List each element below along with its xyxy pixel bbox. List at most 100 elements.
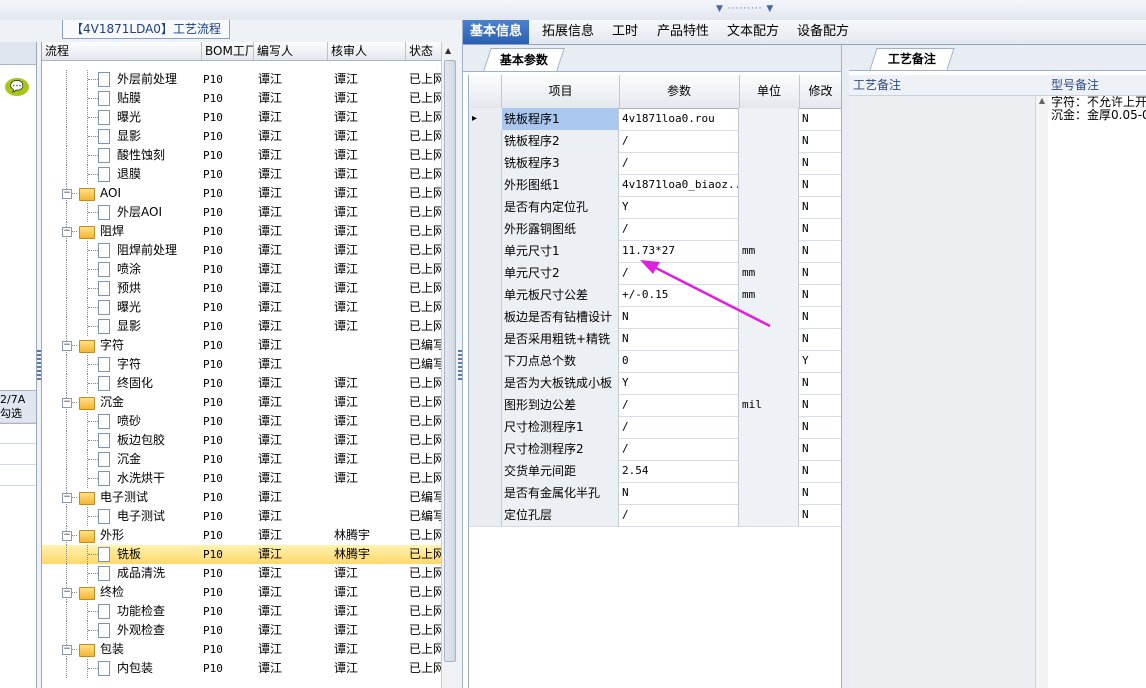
tree-row[interactable]: 贴膜 P10 谭江 谭江 已上网 bbox=[42, 89, 442, 108]
col-header-reviewer[interactable]: 核审人 bbox=[328, 42, 406, 60]
row-indicator[interactable] bbox=[469, 262, 502, 284]
row-indicator[interactable] bbox=[469, 240, 502, 262]
param-row[interactable]: 交货单元间距 2.54 N bbox=[469, 460, 842, 483]
tree-row[interactable]: 内包装 P10 谭江 谭江 已上网 bbox=[42, 659, 442, 678]
collapse-icon[interactable]: − bbox=[62, 493, 72, 503]
param-value[interactable]: 0 bbox=[619, 350, 739, 372]
tree-row[interactable]: − 沉金 P10 谭江 谭江 已上网 bbox=[42, 393, 442, 412]
far-left-tab[interactable]: 2/7A 勾选 bbox=[0, 390, 36, 424]
tree-row[interactable]: 喷涂 P10 谭江 谭江 已上网 bbox=[42, 260, 442, 279]
tree-row[interactable]: 阻焊前处理 P10 谭江 谭江 已上网 bbox=[42, 241, 442, 260]
tree-row[interactable]: 酸性蚀刻 P10 谭江 谭江 已上网 bbox=[42, 146, 442, 165]
collapse-icon[interactable]: − bbox=[62, 588, 72, 598]
process-notes-textarea[interactable] bbox=[849, 96, 1035, 688]
param-row[interactable]: 单元板尺寸公差 +/-0.15 mm N bbox=[469, 284, 842, 307]
tree-row[interactable]: 电子测试 P10 谭江 已编写 bbox=[42, 507, 442, 526]
tab-equipment-recipe[interactable]: 设备配方 bbox=[790, 20, 856, 44]
row-indicator[interactable] bbox=[469, 438, 502, 460]
row-indicator[interactable] bbox=[469, 152, 502, 174]
tree-row[interactable]: 外观检查 P10 谭江 谭江 已上网 bbox=[42, 621, 442, 640]
scroll-thumb[interactable] bbox=[444, 60, 456, 662]
collapse-icon[interactable]: − bbox=[62, 189, 72, 199]
col-header-status[interactable]: 状态 bbox=[406, 42, 442, 60]
param-row[interactable]: 定位孔层 / N bbox=[469, 504, 842, 527]
param-value[interactable]: N bbox=[619, 306, 739, 328]
param-row[interactable]: 是否有内定位孔 Y N bbox=[469, 196, 842, 219]
tab-basic-params[interactable]: 基本参数 bbox=[483, 48, 565, 71]
tree-row[interactable]: 沉金 P10 谭江 谭江 已上网 bbox=[42, 450, 442, 469]
scroll-up-icon[interactable]: ▲ bbox=[445, 46, 451, 55]
chat-bubble-icon[interactable]: 💬 bbox=[5, 78, 29, 96]
param-value[interactable]: N bbox=[619, 328, 739, 350]
collapse-icon[interactable]: − bbox=[62, 341, 72, 351]
param-row[interactable]: 单元尺寸1 11.73*27 mm N bbox=[469, 240, 842, 263]
param-row[interactable]: 是否为大板铣成小板 Y N bbox=[469, 372, 842, 395]
row-indicator[interactable]: ▸ bbox=[469, 108, 505, 130]
col-header-value[interactable]: 参数 bbox=[619, 75, 740, 108]
param-value[interactable]: Y bbox=[619, 372, 739, 394]
param-value[interactable]: 4v1871loa0.rou bbox=[619, 108, 739, 130]
param-value[interactable]: +/-0.15 bbox=[619, 284, 739, 306]
tree-row[interactable]: 功能检查 P10 谭江 谭江 已上网 bbox=[42, 602, 442, 621]
tree-row[interactable]: 终固化 P10 谭江 谭江 已上网 bbox=[42, 374, 442, 393]
tree-row[interactable]: − 终检 P10 谭江 谭江 已上网 bbox=[42, 583, 442, 602]
param-value[interactable]: / bbox=[619, 438, 739, 460]
row-indicator[interactable] bbox=[469, 482, 502, 504]
tree-row[interactable]: − 阻焊 P10 谭江 谭江 已上网 bbox=[42, 222, 442, 241]
tab-basic-info[interactable]: 基本信息 bbox=[463, 20, 530, 44]
tree-row[interactable]: − 包装 P10 谭江 谭江 已上网 bbox=[42, 640, 442, 659]
row-indicator[interactable] bbox=[469, 174, 502, 196]
param-value[interactable]: N bbox=[619, 482, 739, 504]
collapse-icon[interactable]: − bbox=[62, 645, 72, 655]
param-row[interactable]: 外形露铜图纸 / N bbox=[469, 218, 842, 241]
process-notes-scrollbar[interactable]: ▲ bbox=[1035, 96, 1048, 688]
param-value[interactable]: 2.54 bbox=[619, 460, 739, 482]
param-row[interactable]: ▸ 铣板程序1 4v1871loa0.rou N bbox=[469, 108, 842, 131]
tab-text-recipe[interactable]: 文本配方 bbox=[720, 20, 786, 44]
collapse-icon[interactable]: − bbox=[62, 227, 72, 237]
row-indicator[interactable] bbox=[469, 416, 502, 438]
param-row[interactable]: 板边是否有钻槽设计 N N bbox=[469, 306, 842, 329]
tree-row[interactable]: 板边包胶 P10 谭江 谭江 已上网 bbox=[42, 431, 442, 450]
tree-row[interactable]: 字符 P10 谭江 已编写 bbox=[42, 355, 442, 374]
middle-splitter-handle[interactable] bbox=[458, 350, 462, 380]
row-indicator[interactable] bbox=[469, 284, 502, 306]
param-row[interactable]: 尺寸检测程序1/ N bbox=[469, 416, 842, 439]
param-row[interactable]: 铣板程序3/ N bbox=[469, 152, 842, 175]
row-indicator[interactable] bbox=[469, 196, 502, 218]
tab-work-hours[interactable]: 工时 bbox=[605, 20, 645, 44]
tree-row[interactable]: − 电子测试 P10 谭江 已编写 bbox=[42, 488, 442, 507]
tree-row[interactable]: 退膜 P10 谭江 谭江 已上网 bbox=[42, 165, 442, 184]
row-indicator[interactable] bbox=[469, 460, 502, 482]
param-row[interactable]: 是否采用粗铣+精铣 N N bbox=[469, 328, 842, 351]
row-indicator[interactable] bbox=[469, 130, 502, 152]
col-header-process[interactable]: 流程 bbox=[42, 42, 202, 60]
param-value[interactable]: / bbox=[619, 504, 739, 526]
row-indicator[interactable] bbox=[469, 394, 502, 416]
param-row[interactable]: 单元尺寸2/mm N bbox=[469, 262, 842, 285]
param-row[interactable]: 铣板程序2/ N bbox=[469, 130, 842, 153]
param-value[interactable]: / bbox=[619, 394, 739, 416]
tree-row[interactable]: − AOI P10 谭江 谭江 已上网 bbox=[42, 184, 442, 203]
tree-row[interactable]: 曝光 P10 谭江 谭江 已上网 bbox=[42, 298, 442, 317]
row-indicator[interactable] bbox=[469, 306, 502, 328]
model-notes-text[interactable]: 字符：不允许上开 沉金：金厚0.05-0 bbox=[1049, 96, 1146, 688]
param-row[interactable]: 外形图纸1 4v1871loa0_biaoz... N bbox=[469, 174, 842, 197]
row-indicator[interactable] bbox=[469, 504, 502, 526]
row-indicator[interactable] bbox=[469, 350, 502, 372]
collapse-icon[interactable]: − bbox=[62, 398, 72, 408]
tree-row[interactable]: 水洗烘干 P10 谭江 谭江 已上网 bbox=[42, 469, 442, 488]
tree-row[interactable]: 外层AOI P10 谭江 谭江 已上网 bbox=[42, 203, 442, 222]
param-value[interactable]: / bbox=[619, 130, 739, 152]
tree-row[interactable]: 铣板 P10 谭江 林腾宇 已上网 bbox=[42, 545, 442, 564]
param-value[interactable]: 4v1871loa0_biaoz... bbox=[619, 174, 739, 196]
collapse-icon[interactable]: − bbox=[62, 531, 72, 541]
param-row[interactable]: 是否有金属化半孔 N N bbox=[469, 482, 842, 505]
tab-product-features[interactable]: 产品特性 bbox=[650, 20, 716, 44]
col-header-unit[interactable]: 单位 bbox=[739, 75, 800, 108]
col-header-item[interactable]: 项目 bbox=[502, 75, 620, 108]
col-header-writer[interactable]: 编写人 bbox=[254, 42, 328, 60]
tab-process-notes[interactable]: 工艺备注 bbox=[869, 48, 955, 70]
param-value[interactable]: / bbox=[619, 262, 739, 284]
splitter-grip[interactable]: ▼ ········· ▼ bbox=[716, 5, 776, 14]
